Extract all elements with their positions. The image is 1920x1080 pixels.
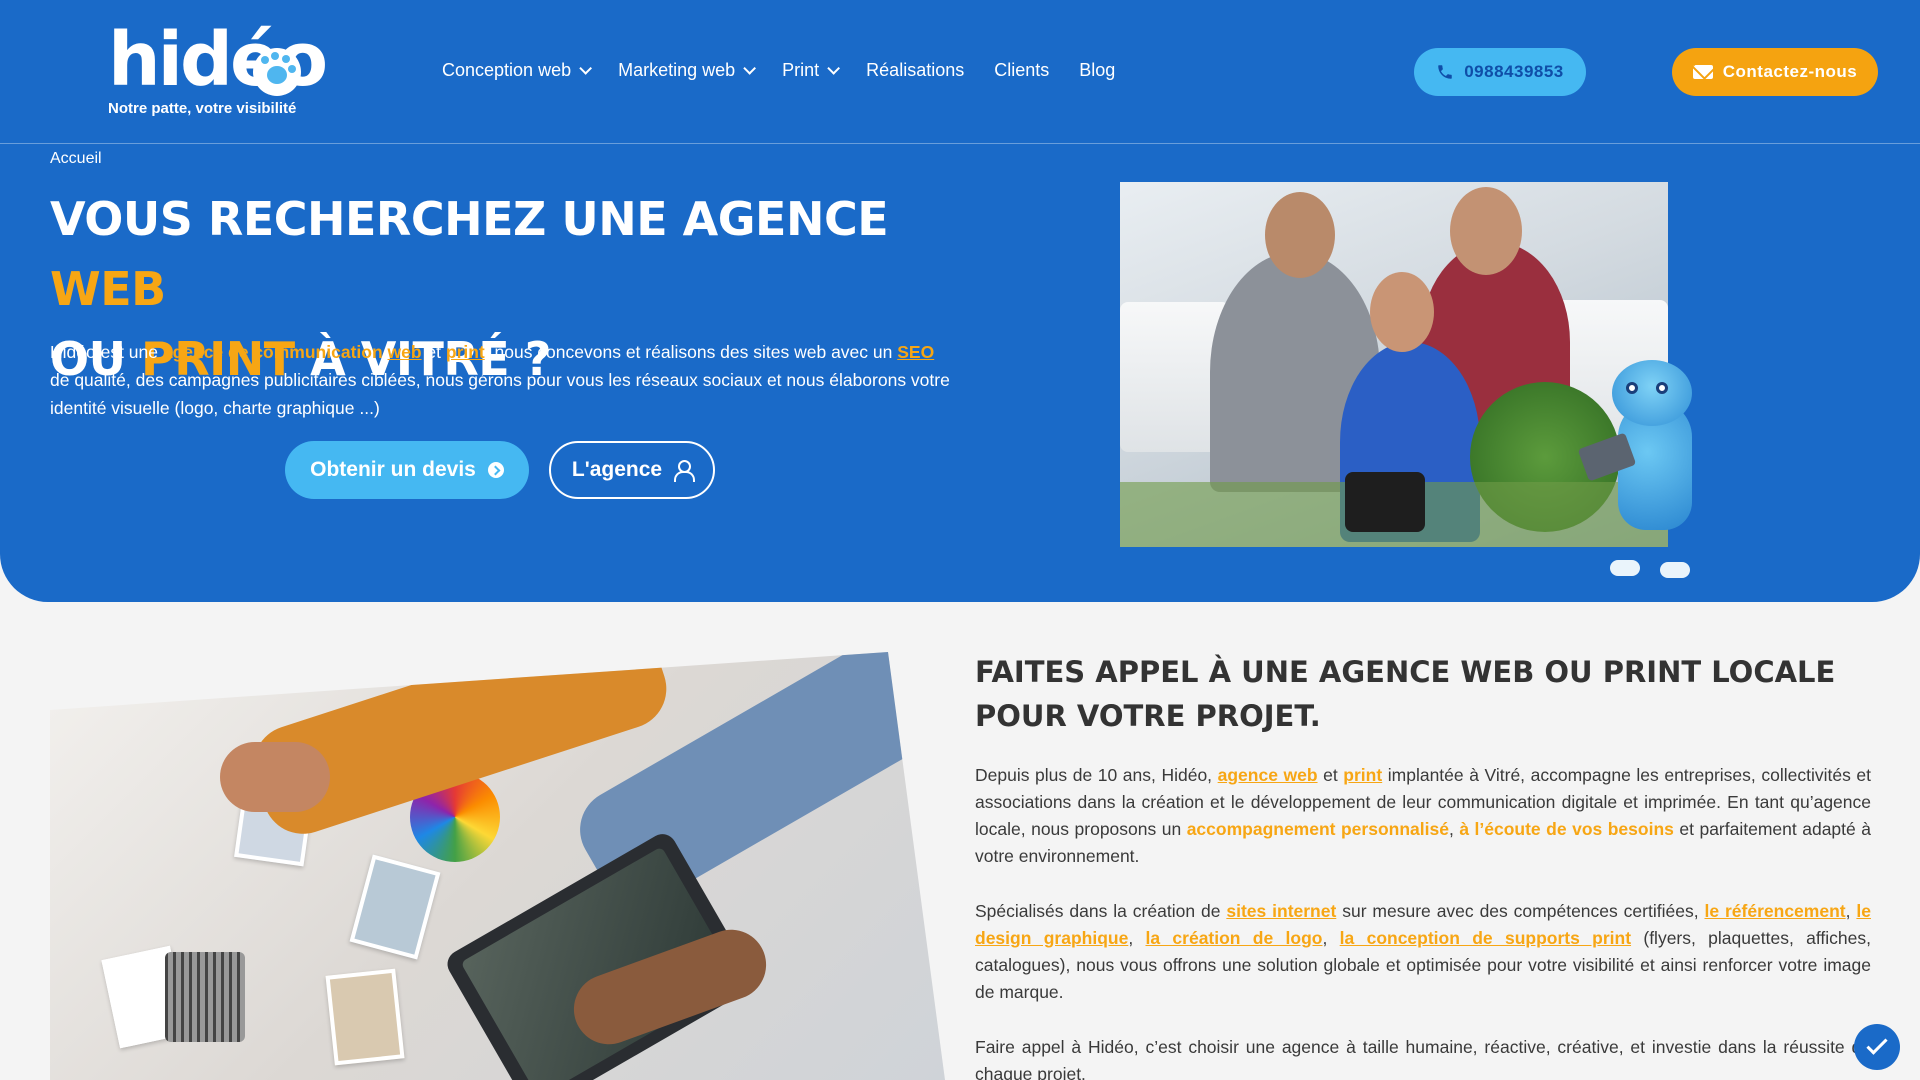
link-creation-logo[interactable]: la création de logo: [1146, 928, 1323, 948]
logo[interactable]: hidéo Notre patte, votre visibilité: [108, 22, 328, 122]
chevron-down-icon: [579, 62, 593, 75]
phone-number: 0988439853: [1464, 62, 1564, 81]
text: de qualité, des campagnes publicitaires …: [50, 370, 950, 418]
nav-print[interactable]: Print: [782, 60, 841, 81]
user-icon: [674, 460, 696, 482]
designers-photo: [50, 652, 945, 1080]
arrow-right-circle-icon: [487, 462, 504, 478]
link-sites-internet[interactable]: sites internet: [1226, 901, 1336, 921]
site-header: hidéo Notre patte, votre visibilité Conc…: [0, 0, 1920, 144]
title-part: Vous recherchez une agence: [50, 192, 889, 246]
section-title: Faites appel à une agence web ou print l…: [975, 655, 1836, 733]
logo-tagline: Notre patte, votre visibilité: [108, 100, 297, 117]
intro-paragraph: Depuis plus de 10 ans, Hidéo, agence web…: [975, 762, 1871, 870]
nav-conception-web[interactable]: Conception web: [442, 60, 593, 81]
hero-section: hidéo Notre patte, votre visibilité Conc…: [0, 0, 1920, 602]
link-web[interactable]: web: [388, 342, 422, 362]
leopard-mascot: [1577, 360, 1712, 580]
text: ,: [1128, 928, 1146, 948]
link-referencement[interactable]: le référencement: [1704, 901, 1845, 921]
text: ,: [1448, 819, 1460, 839]
chevron-down-icon: [827, 62, 841, 75]
contact-label: Contactez-nous: [1722, 62, 1858, 81]
mail-icon: [1692, 65, 1713, 79]
check-icon: [1866, 1033, 1888, 1055]
nav-realisations[interactable]: Réalisations: [866, 60, 964, 81]
link-print[interactable]: print: [1343, 765, 1382, 785]
chevron-down-icon: [743, 62, 757, 75]
nav-clients[interactable]: Clients: [994, 60, 1049, 81]
nav-label: Clients: [994, 60, 1050, 80]
agency-button[interactable]: L'agence: [549, 441, 715, 499]
paw-icon: [253, 48, 301, 96]
link-seo[interactable]: SEO: [897, 342, 934, 362]
text: sur mesure avec des compétences certifié…: [1336, 901, 1705, 921]
nav-label: Print: [782, 60, 820, 80]
link-agence-communication[interactable]: agence de communication: [163, 342, 388, 362]
nav-marketing-web[interactable]: Marketing web: [618, 60, 757, 81]
phone-button[interactable]: 0988439853: [1414, 48, 1586, 96]
nav-label: Conception web: [442, 60, 572, 80]
cookie-consent-button[interactable]: [1854, 1024, 1900, 1070]
hero-team-photo: [1120, 182, 1668, 547]
nav-label: Réalisations: [866, 60, 965, 80]
nav-label: Marketing web: [618, 60, 736, 80]
highlight-ecoute: à l’écoute de vos besoins: [1459, 819, 1674, 839]
agency-label: L'agence: [571, 458, 663, 481]
quote-button[interactable]: Obtenir un devis: [285, 441, 529, 499]
link-print[interactable]: print: [446, 342, 485, 362]
services-paragraph: Spécialisés dans la création de sites in…: [975, 898, 1871, 1006]
text: Hidéo est une: [50, 342, 163, 362]
text: et: [1317, 765, 1344, 785]
text: Spécialisés dans la création de: [975, 901, 1227, 921]
text: , nous concevons et réalisons des sites …: [484, 342, 898, 362]
text: et: [421, 342, 446, 362]
main-nav: Conception web Marketing web Print Réali…: [442, 60, 1115, 81]
quote-label: Obtenir un devis: [310, 458, 476, 481]
hero-description: Hidéo est une agence de communication we…: [50, 338, 950, 422]
phone-icon: [1438, 65, 1452, 79]
text: Depuis plus de 10 ans, Hidéo,: [975, 765, 1218, 785]
breadcrumb[interactable]: Accueil: [50, 150, 102, 168]
text: ,: [1845, 901, 1857, 921]
title-accent-web: web: [50, 262, 166, 316]
text: ,: [1322, 928, 1340, 948]
nav-label: Blog: [1079, 60, 1116, 80]
contact-button[interactable]: Contactez-nous: [1672, 48, 1878, 96]
highlight-accompagnement: accompagnement personnalisé: [1186, 819, 1449, 839]
link-agence-web[interactable]: agence web: [1218, 765, 1318, 785]
link-supports-print[interactable]: la conception de supports print: [1340, 928, 1631, 948]
closing-paragraph: Faire appel à Hidéo, c’est choisir une a…: [975, 1037, 1871, 1080]
nav-blog[interactable]: Blog: [1079, 60, 1115, 81]
